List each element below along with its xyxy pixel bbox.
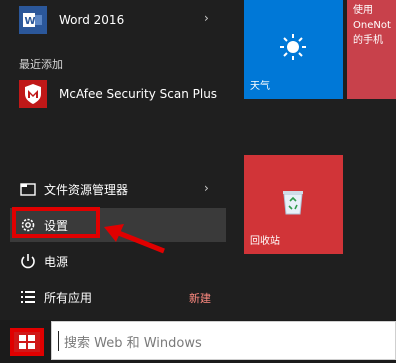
app-word-2016[interactable]: W Word 2016 ›	[0, 0, 231, 40]
tile-recycle-bin[interactable]: 回收站	[244, 155, 343, 254]
sun-icon	[280, 34, 306, 60]
file-explorer-label: 文件资源管理器	[44, 182, 129, 197]
start-button[interactable]	[10, 328, 44, 356]
weather-label: 天气	[250, 81, 270, 92]
recycle-bin-label: 回收站	[250, 236, 280, 247]
onenote-tile-text: 使用 OneNot 的手机	[353, 3, 391, 48]
folder-icon	[20, 183, 36, 196]
new-badge: 新建	[189, 292, 211, 305]
file-explorer-item[interactable]: 文件资源管理器 ›	[10, 172, 226, 206]
app-mcafee[interactable]: McAfee Security Scan Plus	[0, 74, 231, 114]
word-icon: W	[19, 6, 47, 34]
recently-added-header: 最近添加	[19, 58, 63, 71]
search-input[interactable]: 搜索 Web 和 Windows	[51, 321, 396, 360]
windows-logo-icon	[19, 335, 35, 349]
text-caret	[58, 331, 59, 351]
recycle-bin-icon	[283, 191, 303, 215]
onenote-line-3: 的手机	[353, 35, 383, 46]
mcafee-label: McAfee Security Scan Plus	[59, 87, 218, 101]
chevron-right-icon[interactable]: ›	[204, 181, 209, 195]
power-item[interactable]: 电源	[10, 244, 226, 278]
power-label: 电源	[44, 254, 69, 269]
svg-text:W: W	[25, 16, 36, 27]
power-icon	[21, 254, 35, 269]
chevron-right-icon[interactable]: ›	[204, 11, 209, 25]
search-placeholder: 搜索 Web 和 Windows	[64, 336, 202, 351]
word-2016-label: Word 2016	[59, 13, 125, 27]
mcafee-shield-icon	[19, 80, 47, 108]
tile-weather[interactable]: 天气	[244, 0, 343, 99]
onenote-line-2: OneNot	[353, 20, 391, 31]
tile-onenote[interactable]: 使用 OneNot 的手机	[347, 0, 396, 99]
all-apps-label: 所有应用	[44, 290, 93, 305]
list-icon	[21, 291, 35, 303]
settings-highlight-box	[12, 207, 100, 238]
onenote-line-1: 使用	[353, 5, 373, 16]
